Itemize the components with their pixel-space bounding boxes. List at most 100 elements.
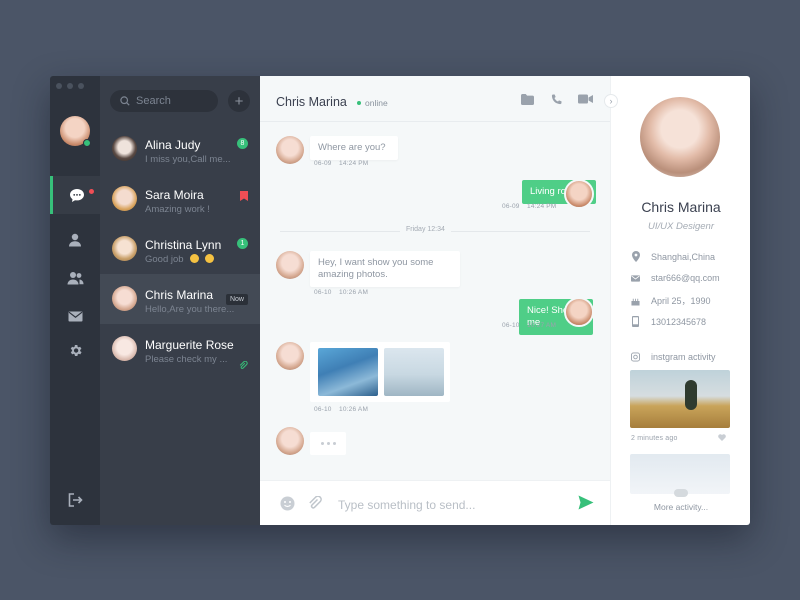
contacts-panel: Search + Alina Judy I miss you,Call me..…: [100, 76, 260, 525]
rail-chat[interactable]: [50, 176, 100, 214]
avatar: [112, 286, 137, 311]
profile-phone: 13012345678: [631, 316, 706, 327]
message-time: 10:26 AM: [339, 289, 369, 296]
profile-birthday: April 25，1990: [631, 294, 711, 307]
avatar: [112, 136, 137, 161]
avatar: [112, 186, 137, 211]
add-contact-button[interactable]: +: [228, 90, 250, 112]
photo-message: [310, 342, 450, 402]
chat-title: Chris Marina: [276, 95, 347, 109]
message-time: 10:26 AM: [339, 406, 369, 413]
message-time: 14:24 PM: [339, 160, 369, 167]
rail-settings[interactable]: [50, 331, 100, 369]
contact-name: Chris Marina: [145, 288, 214, 302]
photo-sea[interactable]: [384, 348, 444, 396]
unread-badge: 1: [237, 238, 248, 249]
message-time: 10:27 AM: [527, 322, 557, 329]
chat-icon: [69, 188, 84, 202]
cake-icon: [631, 298, 640, 305]
profile-title: UI/UX Desigenr: [648, 221, 714, 232]
more-activity-link[interactable]: More activity...: [611, 502, 750, 512]
emoji-grin-icon: [190, 254, 200, 263]
contact-preview: Please check my ...: [145, 354, 228, 365]
bookmark-icon: [240, 191, 248, 201]
emoji-icon[interactable]: [280, 496, 295, 511]
unread-dot: [89, 189, 94, 194]
chat-app-window: Search + Alina Judy I miss you,Call me..…: [50, 76, 750, 525]
message-input[interactable]: Type something to send...: [338, 498, 558, 512]
contact-preview: Good job: [145, 254, 214, 265]
message-time: 14:24 PM: [527, 203, 557, 210]
search-icon: [120, 96, 130, 106]
message-date: 06-09: [502, 203, 520, 210]
profile-email: star666@qq.com: [631, 273, 720, 283]
typing-indicator: [310, 432, 346, 455]
chat-header: Chris Marina online: [260, 76, 610, 122]
message-date: 06-10: [314, 406, 332, 413]
profile-panel: › Chris Marina UI/UX Desigenr Shanghai,C…: [604, 76, 750, 525]
chat-panel: Chris Marina online Where are you? 06-09…: [260, 76, 610, 525]
heart-icon[interactable]: [718, 434, 726, 441]
contact-preview: Amazing work !: [145, 204, 210, 215]
instagram-time: 2 minutes ago: [631, 435, 678, 442]
attachment-icon[interactable]: [308, 496, 323, 511]
window-controls[interactable]: [56, 83, 84, 89]
now-badge: Now: [225, 294, 248, 305]
contact-name: Christina Lynn: [145, 238, 222, 252]
contact-avatar: [276, 427, 304, 455]
instagram-photo-faded: [630, 454, 730, 494]
contact-item-active[interactable]: Chris Marina Hello,Are you there... Now: [100, 274, 260, 324]
rail-logout[interactable]: [50, 481, 100, 519]
date-divider-label: Friday 12:34: [400, 226, 451, 233]
contact-avatar: [276, 136, 304, 164]
contact-avatar: [276, 251, 304, 279]
contact-avatar: [276, 342, 304, 370]
profile-name: Chris Marina: [641, 199, 721, 215]
my-avatar: [564, 297, 594, 327]
contact-name: Sara Moira: [145, 188, 204, 202]
folder-icon[interactable]: [521, 94, 534, 105]
attachment-icon: [239, 360, 248, 369]
profile-location: Shanghai,China: [631, 251, 715, 262]
search-placeholder: Search: [136, 95, 171, 107]
message-composer: Type something to send...: [260, 480, 610, 525]
presence-status: online: [357, 98, 388, 108]
instagram-icon: [631, 352, 640, 362]
mobile-icon: [632, 316, 639, 327]
contact-item[interactable]: Alina Judy I miss you,Call me... 8: [100, 124, 260, 174]
my-avatar: [564, 179, 594, 209]
contact-name: Alina Judy: [145, 138, 201, 152]
mail-icon: [631, 274, 640, 282]
contact-preview: Hello,Are you there...: [145, 304, 235, 315]
contact-item[interactable]: Marguerite Rose Please check my ...: [100, 324, 260, 374]
contact-preview: I miss you,Call me...: [145, 154, 231, 165]
rail-mail[interactable]: [50, 297, 100, 335]
current-user-avatar[interactable]: [60, 116, 91, 147]
mail-icon: [68, 311, 82, 321]
send-icon[interactable]: [578, 495, 594, 510]
contact-name: Marguerite Rose: [145, 338, 234, 352]
collapse-panel-button[interactable]: ›: [604, 94, 618, 108]
instagram-photo[interactable]: [630, 370, 730, 428]
emoji-laugh-icon: [204, 254, 214, 263]
rail-groups[interactable]: [50, 259, 100, 297]
rail-contacts[interactable]: [50, 221, 100, 259]
unread-badge: 8: [237, 138, 248, 149]
contact-item[interactable]: Christina Lynn Good job 1: [100, 224, 260, 274]
icon-rail: [50, 76, 100, 525]
online-indicator: [83, 139, 91, 147]
logout-icon: [68, 493, 83, 507]
message-bubble-incoming: Hey, I want show you some amazing photos…: [310, 251, 460, 287]
phone-icon[interactable]: [551, 94, 562, 105]
video-icon[interactable]: [578, 94, 593, 104]
contact-item[interactable]: Sara Moira Amazing work !: [100, 174, 260, 224]
avatar: [112, 236, 137, 261]
photo-building[interactable]: [318, 348, 378, 396]
message-bubble-incoming: Where are you?: [310, 136, 398, 160]
location-icon: [631, 251, 640, 262]
gear-icon: [70, 344, 82, 356]
search-input[interactable]: Search: [110, 90, 218, 112]
group-icon: [67, 272, 83, 285]
instagram-activity-header: instgram activity: [631, 352, 716, 362]
message-date: 06-09: [314, 160, 332, 167]
